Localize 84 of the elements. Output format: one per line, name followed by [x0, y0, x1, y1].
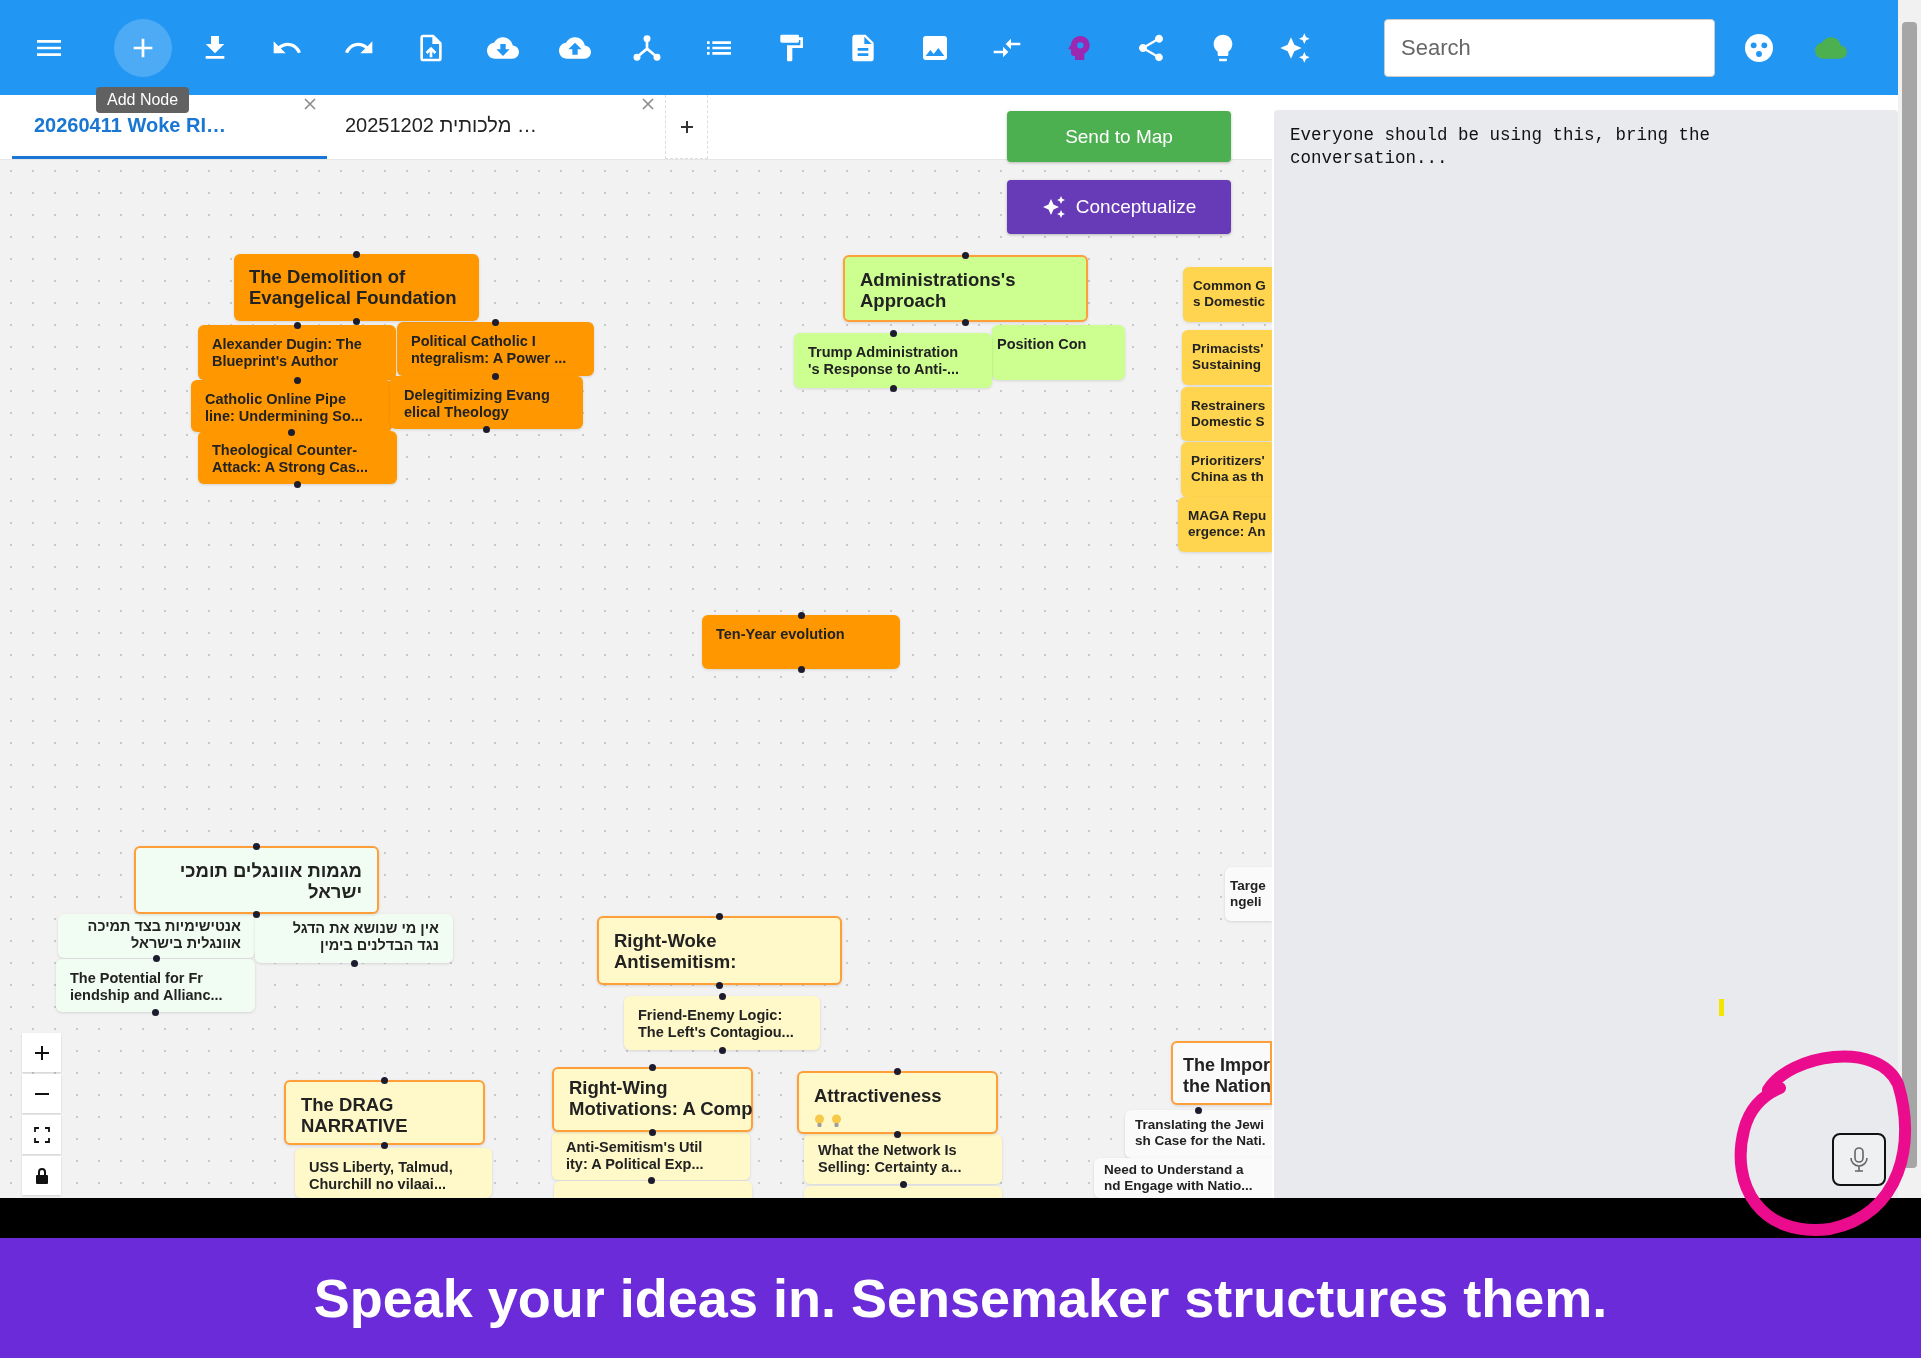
mind-map-node[interactable]: Common G s Domestic	[1183, 267, 1272, 322]
connection-handle[interactable]	[294, 480, 301, 488]
tab[interactable]: 20251202 מלכותית …	[327, 95, 665, 159]
connection-handle[interactable]	[649, 1063, 656, 1071]
connection-handle[interactable]	[483, 425, 490, 433]
chat-message: Everyone should be using this, bring the conversation...	[1290, 124, 1712, 170]
mind-map-node[interactable]: Friend-Enemy Logic: The Left's Contagiou...	[624, 996, 820, 1050]
mind-map-node[interactable]: USS Liberty, Talmud, Churchill no vilaai...	[295, 1148, 492, 1198]
fit-view-icon	[31, 1124, 52, 1145]
connection-handle[interactable]	[381, 1076, 388, 1084]
connection-handle[interactable]	[899, 1180, 907, 1188]
lock-button[interactable]	[22, 1156, 61, 1195]
connection-handle[interactable]	[647, 1176, 655, 1184]
connection-handle[interactable]	[350, 959, 358, 967]
mind-map-node[interactable]	[554, 1181, 752, 1198]
fit-view-button[interactable]	[22, 1115, 61, 1154]
plus-icon	[679, 119, 694, 134]
connection-handle[interactable]	[716, 912, 723, 920]
mind-map-node[interactable]: MAGA Repu ergence: An	[1178, 497, 1272, 552]
connection-handle[interactable]	[718, 1046, 726, 1054]
connection-handle[interactable]	[353, 250, 360, 258]
mind-map-node[interactable]: Attractiveness	[797, 1071, 998, 1134]
connection-handle[interactable]	[153, 954, 160, 962]
connection-handle[interactable]	[152, 1008, 159, 1016]
connection-handle[interactable]	[797, 665, 805, 673]
connection-handle[interactable]	[962, 318, 969, 326]
connection-handle[interactable]	[894, 1067, 901, 1075]
mind-map-node[interactable]: Trump Administration 's Response to Anti-...	[794, 333, 992, 388]
mind-map-node[interactable]: The Demolition of Evangelical Foundation	[234, 254, 479, 321]
connection-handle[interactable]	[889, 384, 897, 392]
mind-map-node[interactable]: Theological Counter- Attack: A Strong Cas...	[198, 431, 397, 484]
mind-map-node[interactable]: Restrainers Domestic S	[1181, 387, 1272, 441]
sparkles-icon	[1041, 195, 1066, 219]
microphone-icon	[1848, 1145, 1870, 1174]
mind-map-node[interactable]: Need to Understand a nd Engage with Natio...	[1094, 1158, 1272, 1198]
palette-icon[interactable]	[1743, 31, 1775, 64]
mind-map-node[interactable]: Alexander Dugin: The Blueprint's Author	[198, 325, 396, 380]
lightbulb-icon	[831, 1114, 842, 1129]
connection-handle[interactable]	[293, 321, 301, 329]
connection-handle[interactable]	[962, 251, 969, 259]
lightbulb-icon	[814, 1114, 825, 1129]
mind-map-node[interactable]: Political Catholic I ntegralism: A Power ...	[397, 322, 594, 376]
connection-handle[interactable]	[797, 611, 805, 619]
minus-icon	[34, 1092, 49, 1095]
scrollbar[interactable]	[1898, 0, 1921, 1198]
mind-map-node[interactable]: Translating the Jewi sh Case for the Nati.	[1125, 1110, 1272, 1158]
connection-handle[interactable]	[492, 372, 499, 380]
connection-handle[interactable]	[649, 1128, 656, 1136]
mind-map-node[interactable]: Anti-Semitism's Util ity: A Political Exp...	[552, 1132, 750, 1180]
conceptualize-button[interactable]: Conceptualize	[1007, 180, 1231, 234]
mind-map-node[interactable]: מגמות אוונגלים תומכי ישראל	[134, 846, 379, 914]
text-cursor	[1719, 999, 1724, 1016]
sparkles-icon[interactable]	[1279, 31, 1311, 64]
mind-map-node[interactable]: The DRAG NARRATIVE	[284, 1080, 485, 1145]
mind-map-node[interactable]: Administrations's Approach	[843, 255, 1088, 322]
mind-map-node[interactable]: Targe ngeli	[1225, 867, 1272, 921]
search-field[interactable]: Search	[1384, 18, 1715, 77]
connection-handle[interactable]	[253, 910, 260, 918]
connection-handle[interactable]	[894, 1130, 901, 1138]
mind-map-canvas[interactable]	[0, 160, 1272, 1198]
mind-map-node[interactable]: Ten-Year evolution	[702, 615, 900, 669]
connection-handle[interactable]	[889, 329, 897, 337]
banner-text: Speak your ideas in. Sensemaker structures them.	[313, 1267, 1608, 1329]
connection-handle[interactable]	[288, 428, 295, 436]
microphone-button[interactable]	[1832, 1133, 1886, 1186]
mind-map-node[interactable]: Primacists' Sustaining	[1182, 330, 1272, 385]
mind-map-node[interactable]: Delegitimizing Evang elical Theology	[390, 376, 583, 429]
connection-handle[interactable]	[492, 318, 499, 326]
mind-map-node[interactable]: אין מי שנושא את הדגל נגד הבדלנים בימין	[255, 914, 453, 963]
mind-map-node[interactable]: Right-Woke Antisemitism:	[597, 916, 842, 985]
mind-map-node[interactable]: Catholic Online Pipe line: Undermining So...	[191, 380, 392, 432]
mind-map-node[interactable]: The Potential for Fr iendship and Allianc...	[56, 959, 255, 1012]
tooltip: Add Node	[96, 87, 190, 113]
connection-handle[interactable]	[353, 317, 360, 325]
connection-handle[interactable]	[381, 1141, 388, 1149]
scrollbar-thumb[interactable]	[1902, 22, 1917, 1168]
connection-handle[interactable]	[1195, 1106, 1202, 1114]
mind-map-node[interactable]: Prioritizers' China as th	[1181, 442, 1272, 497]
mind-map-node[interactable]: אנטישימיות בצד תמיכה אוונגלית בישראל	[58, 914, 255, 958]
mind-map-node[interactable]: What the Network Is Selling: Certainty a...	[804, 1134, 1002, 1184]
zoom-in-button[interactable]	[22, 1033, 61, 1072]
mind-map-node[interactable]: The Impor the Nation	[1171, 1041, 1272, 1105]
mind-map-node[interactable]: Position Con	[992, 325, 1125, 380]
connection-handle[interactable]	[253, 842, 260, 850]
